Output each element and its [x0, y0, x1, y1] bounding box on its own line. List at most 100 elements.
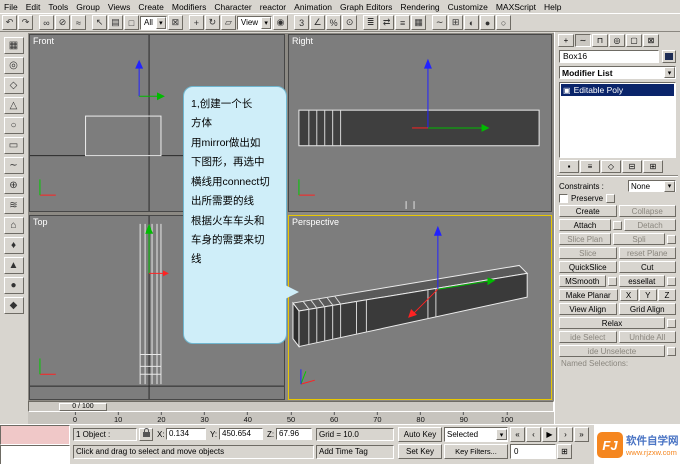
left-toolbar-icon[interactable]: ◆ — [3, 297, 24, 314]
maxscript-mini-listener[interactable] — [0, 445, 70, 464]
create-button[interactable]: Create — [559, 205, 617, 217]
redo-icon[interactable]: ↷ — [18, 15, 33, 30]
viewport-right[interactable]: Right — [288, 34, 552, 212]
remove-modifier-button[interactable]: ⊟ — [622, 160, 642, 173]
make-unique-button[interactable]: ◇ — [601, 160, 621, 173]
stack-item-editable-poly[interactable]: ▣ Editable Poly — [561, 84, 674, 96]
schematic-view-icon[interactable]: ⊞ — [448, 15, 464, 30]
go-to-end-button[interactable]: » — [574, 427, 589, 442]
previous-frame-button[interactable]: ‹ — [526, 427, 541, 442]
curve-editor-icon[interactable]: ∼ — [432, 15, 448, 30]
mirror-icon[interactable]: ⇄ — [379, 15, 395, 30]
selection-region-icon[interactable]: □ — [124, 15, 139, 30]
make-planar-button[interactable]: Make Planar — [559, 289, 618, 301]
go-to-start-button[interactable]: « — [510, 427, 525, 442]
viewport-perspective-active[interactable]: Perspective — [288, 215, 552, 400]
menu-file[interactable]: File — [0, 2, 22, 12]
hide-unselected-button-settings[interactable] — [667, 346, 676, 356]
window-crossing-icon[interactable]: ⊠ — [167, 15, 183, 30]
layer-manager-icon[interactable]: ▦ — [411, 15, 427, 30]
constraints-dropdown[interactable]: None ▾ — [628, 180, 676, 192]
render-scene-icon[interactable]: ● — [480, 15, 496, 30]
selection-lock-button[interactable] — [139, 428, 153, 441]
split-button[interactable]: Spli — [613, 233, 665, 245]
play-button[interactable]: ▶ — [542, 427, 557, 442]
menu-help[interactable]: Help — [540, 2, 565, 12]
use-pivot-point-icon[interactable]: ◉ — [273, 15, 289, 30]
tessellate-button[interactable]: essellat — [618, 275, 665, 287]
align-icon[interactable]: ≡ — [395, 15, 411, 30]
menu-reactor[interactable]: reactor — [256, 2, 290, 12]
box-wireframe[interactable] — [85, 115, 162, 157]
slice-button[interactable]: Slice — [559, 247, 617, 259]
preserve-uvs-checkbox[interactable] — [559, 194, 568, 203]
left-toolbar-icon[interactable]: ⌂ — [3, 217, 24, 234]
undo-icon[interactable]: ↶ — [2, 15, 17, 30]
quick-render-icon[interactable]: ○ — [496, 15, 512, 30]
auto-key-button[interactable]: Auto Key — [398, 427, 442, 442]
tab-modify[interactable]: ∼ — [575, 34, 591, 47]
show-end-result-button[interactable]: ≡ — [580, 160, 600, 173]
tab-hierarchy[interactable]: ⊓ — [592, 34, 608, 47]
left-toolbar-icon[interactable]: ◎ — [3, 57, 24, 74]
time-configuration-button[interactable]: ⊞ — [557, 444, 572, 459]
cut-button[interactable]: Cut — [618, 261, 676, 273]
material-editor-icon[interactable]: ◐ — [464, 15, 480, 30]
menu-rendering[interactable]: Rendering — [396, 2, 443, 12]
hide-selected-button[interactable]: ide Select — [559, 331, 617, 343]
object-name-field[interactable]: Box16 — [559, 50, 659, 63]
menu-edit[interactable]: Edit — [22, 2, 45, 12]
tessellate-button-settings[interactable] — [667, 276, 676, 286]
menu-animation[interactable]: Animation — [290, 2, 336, 12]
key-filters-button[interactable]: Key Filters... — [444, 444, 508, 459]
modifier-list-dropdown[interactable]: Modifier List ▾ — [559, 66, 676, 79]
grid-align-button[interactable]: Grid Align — [618, 303, 676, 315]
left-toolbar-icon[interactable]: ∼ — [3, 157, 24, 174]
msmooth-button[interactable]: MSmooth — [559, 275, 606, 287]
time-slider-knob[interactable]: 0 / 100 — [59, 403, 107, 411]
track-bar[interactable]: 0 10 20 30 40 50 60 70 80 90 100 — [28, 412, 554, 424]
left-toolbar-icon[interactable]: △ — [3, 97, 24, 114]
unhide-all-button[interactable]: Unhide All — [618, 331, 676, 343]
left-toolbar-icon[interactable]: ▭ — [3, 137, 24, 154]
menu-views[interactable]: Views — [104, 2, 135, 12]
left-toolbar-icon[interactable]: ● — [3, 277, 24, 294]
reference-coordinate-dropdown[interactable]: View ▾ — [236, 15, 273, 30]
axis-z-button[interactable]: Z — [657, 289, 677, 301]
axis-y-button[interactable]: Y — [638, 289, 657, 301]
next-frame-button[interactable]: › — [558, 427, 573, 442]
preserve-uvs-settings[interactable] — [606, 194, 616, 203]
named-selection-sets-icon[interactable]: ≣ — [363, 15, 379, 30]
bind-to-spacewarp-icon[interactable]: ≈ — [71, 15, 86, 30]
select-and-link-icon[interactable]: ∞ — [39, 15, 54, 30]
menu-group[interactable]: Group — [72, 2, 104, 12]
attach-button-settings[interactable] — [613, 220, 622, 230]
spinner-snap-icon[interactable]: ⊙ — [342, 15, 358, 30]
relax-button[interactable]: Relax — [559, 317, 665, 329]
select-and-scale-icon[interactable]: ▱ — [220, 15, 236, 30]
y-coordinate-field[interactable]: 450.654 — [219, 428, 263, 440]
select-by-name-icon[interactable]: ▤ — [108, 15, 123, 30]
attach-button[interactable]: Attach — [559, 219, 611, 231]
menu-modifiers[interactable]: Modifiers — [168, 2, 210, 12]
split-button-settings[interactable] — [667, 234, 676, 244]
configure-modifier-button[interactable]: ⊞ — [643, 160, 663, 173]
x-coordinate-field[interactable]: 0.134 — [166, 428, 206, 440]
z-coordinate-field[interactable]: 67.96 — [276, 428, 312, 440]
view-align-button[interactable]: View Align — [559, 303, 617, 315]
move-gizmo[interactable] — [135, 59, 165, 101]
current-frame-field[interactable]: 0 — [510, 444, 556, 459]
quickslice-button[interactable]: QuickSlice — [559, 261, 617, 273]
left-toolbar-icon[interactable]: ▦ — [3, 37, 24, 54]
percent-snap-icon[interactable]: % — [326, 15, 342, 30]
slice-plane-button[interactable]: Slice Plan — [559, 233, 611, 245]
menu-customize[interactable]: Customize — [444, 2, 492, 12]
tab-motion[interactable]: ◎ — [609, 34, 625, 47]
reset-plane-button[interactable]: reset Plane — [618, 247, 676, 259]
set-key-button[interactable]: Set Key — [398, 444, 442, 459]
maxscript-mini-listener-macro[interactable] — [0, 425, 70, 445]
left-toolbar-icon[interactable]: ○ — [3, 117, 24, 134]
left-toolbar-icon[interactable]: ◇ — [3, 77, 24, 94]
menu-graph-editors[interactable]: Graph Editors — [336, 2, 396, 12]
select-and-move-icon[interactable]: + — [188, 15, 204, 30]
